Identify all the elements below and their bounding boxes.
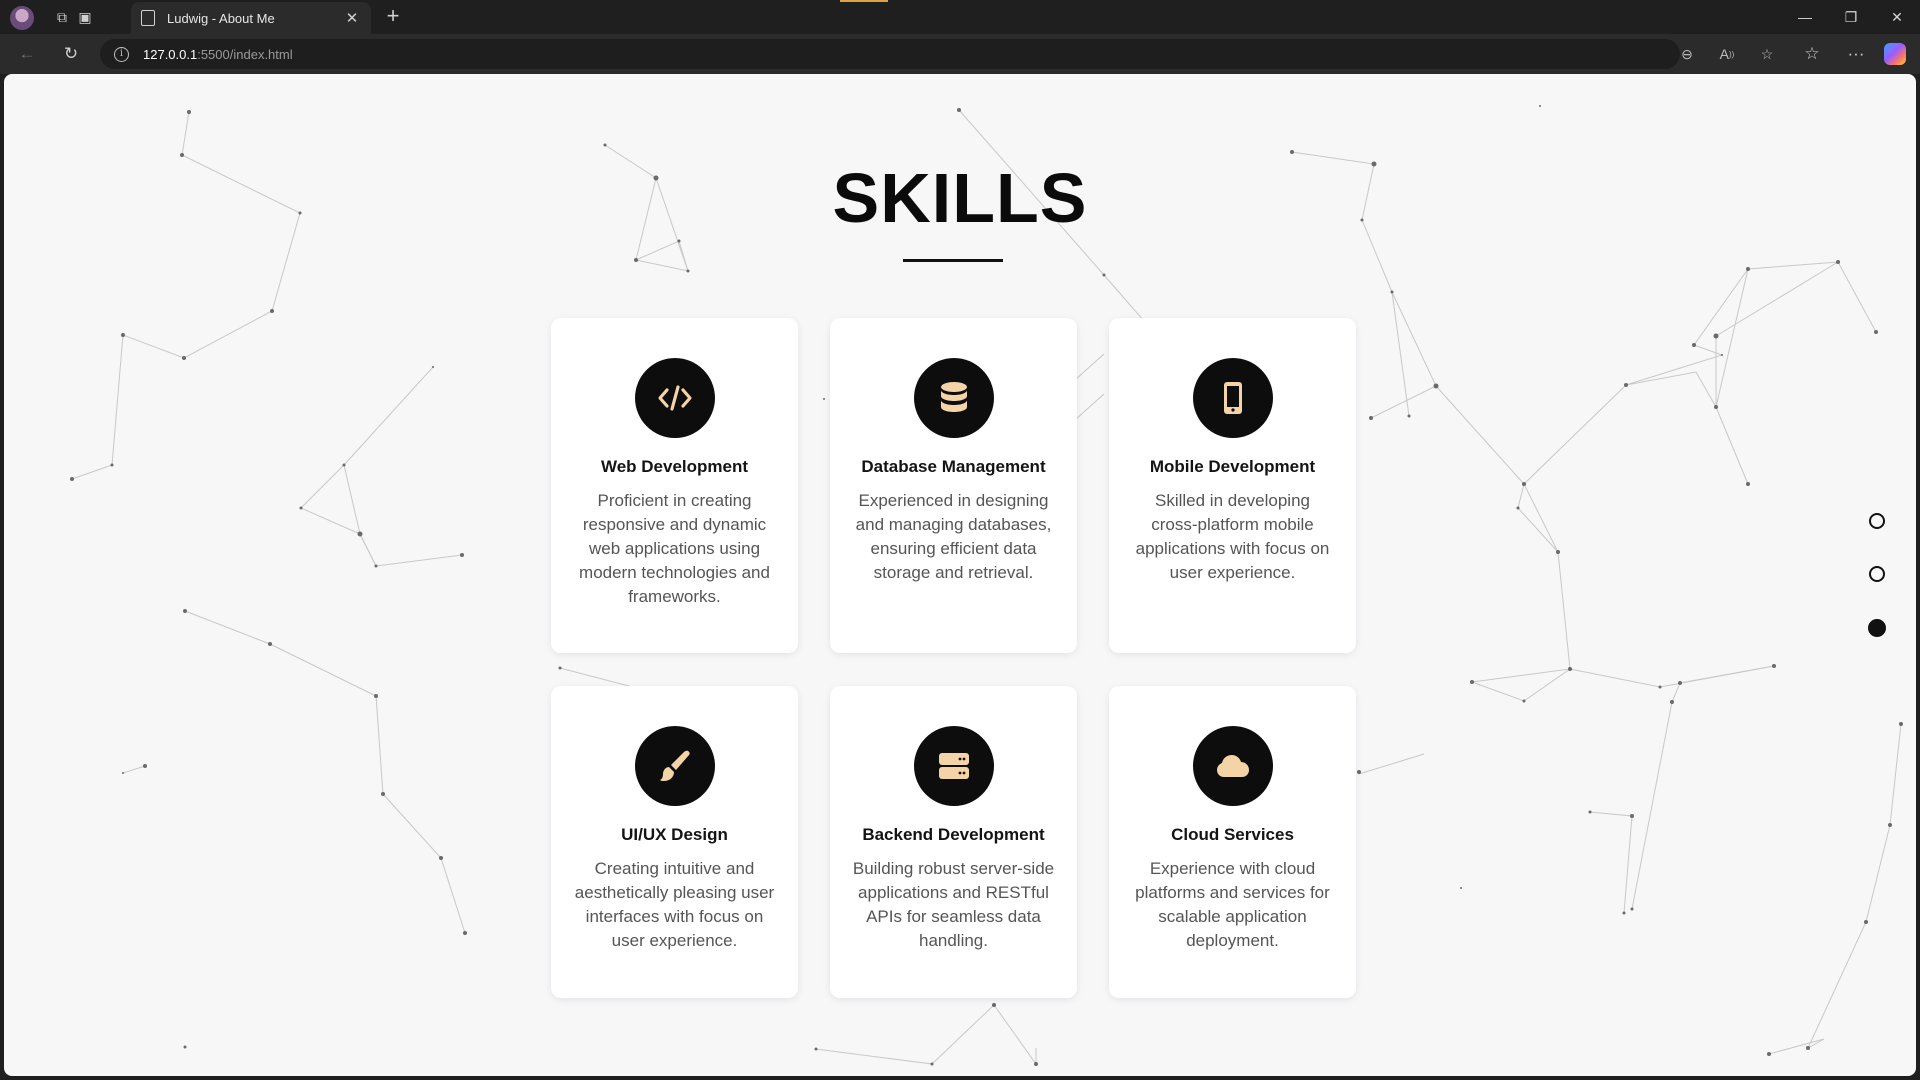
section-nav-dot[interactable] [1869, 513, 1885, 529]
skill-description: Skilled in developing cross-platform mob… [1135, 491, 1330, 582]
section-nav-dot-active[interactable] [1868, 619, 1886, 637]
restore-button[interactable]: ❐ [1828, 0, 1874, 34]
browser-tab-bar: ⧉ ▣ Ludwig - About Me ✕ + — ❐ ✕ [0, 0, 1920, 34]
profile-avatar[interactable] [10, 6, 34, 30]
skill-description: Proficient in creating responsive and dy… [579, 491, 770, 606]
zoom-out-icon[interactable]: ⊖ [1672, 39, 1702, 69]
favorites-icon[interactable]: ☆ [1797, 40, 1827, 68]
database-icon [913, 358, 994, 438]
new-tab-button[interactable]: + [380, 4, 406, 30]
code-icon [634, 358, 715, 438]
refresh-icon[interactable]: ↻ [56, 40, 86, 68]
section-heading: SKILLS [832, 159, 1088, 237]
page-viewport: SKILLS Web Development Proficient in cre… [4, 74, 1916, 1076]
paintbrush-icon [634, 726, 715, 806]
read-aloud-icon[interactable]: A)) [1712, 39, 1742, 69]
heading-underline [903, 259, 1003, 262]
close-window-button[interactable]: ✕ [1874, 0, 1920, 34]
mobile-icon [1192, 358, 1273, 438]
skill-card-cloud-services: Cloud Services Experience with cloud pla… [1109, 686, 1356, 998]
skill-description: Creating intuitive and aesthetically ple… [574, 859, 775, 950]
url-path: :5500/index.html [197, 46, 293, 62]
server-icon [913, 726, 994, 806]
page-icon [141, 10, 155, 26]
site-info-icon[interactable]: i [114, 46, 129, 62]
skill-title: Cloud Services [1171, 825, 1294, 844]
skill-title: Database Management [861, 457, 1046, 476]
skill-title: Mobile Development [1149, 457, 1316, 476]
tab-close-icon[interactable]: ✕ [343, 9, 361, 27]
tab-actions-icon[interactable]: ▣ [68, 4, 102, 30]
skill-title: Web Development [600, 457, 749, 476]
favorite-star-icon[interactable]: ☆ [1752, 39, 1782, 69]
more-menu-icon[interactable]: ··· [1841, 40, 1871, 68]
skill-description: Experienced in designing and managing da… [855, 491, 1052, 582]
address-bar[interactable]: i 127.0.0.1:5500/index.html ⊖ A)) ☆ [100, 39, 1773, 69]
skill-title: Backend Development [862, 825, 1045, 844]
skill-title: UI/UX Design [621, 825, 728, 844]
browser-nav-bar: ← ↻ i 127.0.0.1:5500/index.html ⊖ A)) ☆ … [0, 34, 1920, 74]
cloud-icon [1192, 726, 1273, 806]
skill-card-database-management: Database Management Experienced in desig… [830, 318, 1077, 653]
url-host: 127.0.0.1 [143, 46, 198, 62]
tab-title: Ludwig - About Me [167, 10, 275, 26]
window-drag-indicator [840, 0, 888, 2]
back-arrow-icon[interactable]: ← [12, 40, 42, 68]
section-nav-dot[interactable] [1869, 566, 1885, 582]
skill-description: Building robust server-side applications… [852, 859, 1055, 950]
skill-card-mobile-development: Mobile Development Skilled in developing… [1109, 318, 1356, 653]
skill-card-web-development: Web Development Proficient in creating r… [551, 318, 798, 653]
browser-tab-active[interactable]: Ludwig - About Me ✕ [131, 2, 371, 34]
copilot-icon[interactable] [1884, 43, 1906, 65]
skill-description: Experience with cloud platforms and serv… [1135, 859, 1330, 950]
skill-card-ui-ux-design: UI/UX Design Creating intuitive and aest… [551, 686, 798, 998]
skill-card-backend-development: Backend Development Building robust serv… [830, 686, 1077, 998]
minimize-button[interactable]: — [1782, 0, 1828, 34]
